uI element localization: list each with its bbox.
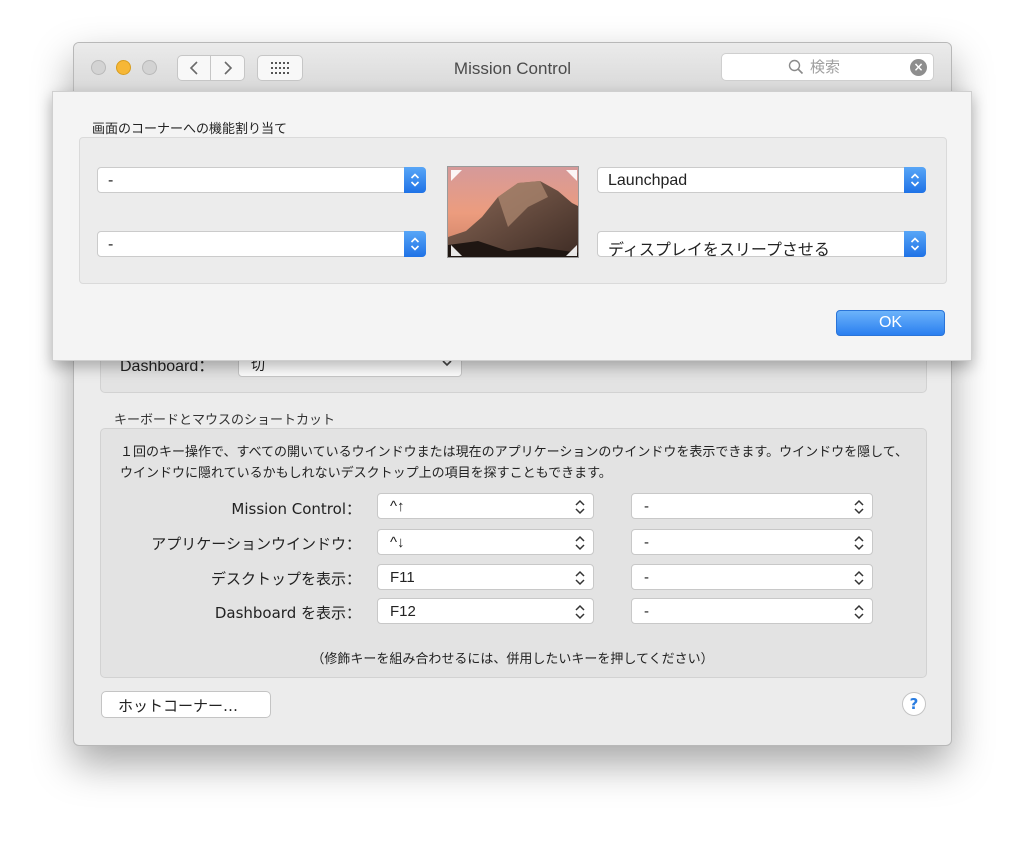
show-dashboard-key-select[interactable]: F12 (377, 598, 594, 624)
sheet-title: 画面のコーナーへの機能割り当て (92, 122, 288, 137)
mission-control-key-select[interactable]: ^↑ (377, 493, 594, 519)
select-value: ^↑ (390, 498, 405, 515)
select-value: ディスプレイをスリープさせる (608, 242, 830, 259)
stepper-arrows-icon (404, 167, 426, 193)
shortcuts-description: １回のキー操作で、すべての開いているウインドウまたは現在のアプリケーションのウイ… (120, 445, 909, 481)
stepper-arrows-icon (404, 231, 426, 257)
updown-arrows-icon (575, 604, 585, 620)
updown-arrows-icon (575, 535, 585, 551)
row-label-app-windows: アプリケーションウインドウ： (151, 535, 361, 553)
select-value: Launchpad (608, 172, 688, 189)
updown-arrows-icon (854, 535, 864, 551)
top-right-corner-select[interactable]: Launchpad (597, 167, 926, 193)
updown-arrows-icon (575, 570, 585, 586)
updown-arrows-icon (854, 604, 864, 620)
bottom-right-corner-select[interactable]: ディスプレイをスリープさせる (597, 231, 926, 259)
updown-arrows-icon (575, 499, 585, 515)
desktop-preview-image (447, 166, 579, 258)
select-value: ^↓ (390, 534, 405, 551)
modifier-hint: （修飾キーを組み合わせるには、併用したいキーを押してください） (311, 652, 714, 667)
select-value: - (644, 603, 649, 620)
show-desktop-key-select[interactable]: F11 (377, 564, 594, 590)
app-windows-mouse-select[interactable]: - (631, 529, 873, 555)
row-label-mission-control: Mission Control： (231, 500, 361, 518)
select-value: - (644, 498, 649, 515)
clear-search-icon[interactable]: × (910, 59, 927, 76)
titlebar: Mission Control × (74, 43, 951, 94)
search-field[interactable]: × (721, 53, 934, 81)
select-value: F11 (390, 569, 415, 586)
select-value: - (108, 172, 114, 189)
select-value: - (644, 569, 649, 586)
updown-arrows-icon (854, 499, 864, 515)
hot-corners-sheet: 画面のコーナーへの機能割り当て - - Launchpad ディスプレイをスリー… (52, 91, 972, 361)
search-icon (788, 59, 804, 75)
show-desktop-mouse-select[interactable]: - (631, 564, 873, 590)
mission-control-mouse-select[interactable]: - (631, 493, 873, 519)
updown-arrows-icon (854, 570, 864, 586)
show-dashboard-mouse-select[interactable]: - (631, 598, 873, 624)
bottom-left-corner-select[interactable]: - (97, 231, 426, 257)
select-value: - (644, 534, 649, 551)
select-value: F12 (390, 603, 416, 620)
select-value: - (108, 236, 114, 253)
app-windows-key-select[interactable]: ^↓ (377, 529, 594, 555)
help-button[interactable]: ? (902, 692, 926, 716)
search-input[interactable] (810, 58, 900, 76)
shortcuts-section-title: キーボードとマウスのショートカット (114, 413, 336, 428)
hot-corners-button[interactable]: ホットコーナー… (101, 691, 271, 718)
stepper-arrows-icon (904, 167, 926, 193)
ok-button[interactable]: OK (836, 310, 945, 336)
stepper-arrows-icon (904, 231, 926, 257)
top-left-corner-select[interactable]: - (97, 167, 426, 193)
row-label-show-dashboard: Dashboard を表示： (214, 604, 361, 622)
row-label-show-desktop: デスクトップを表示： (210, 570, 361, 588)
mountain-wallpaper-icon (448, 167, 578, 257)
